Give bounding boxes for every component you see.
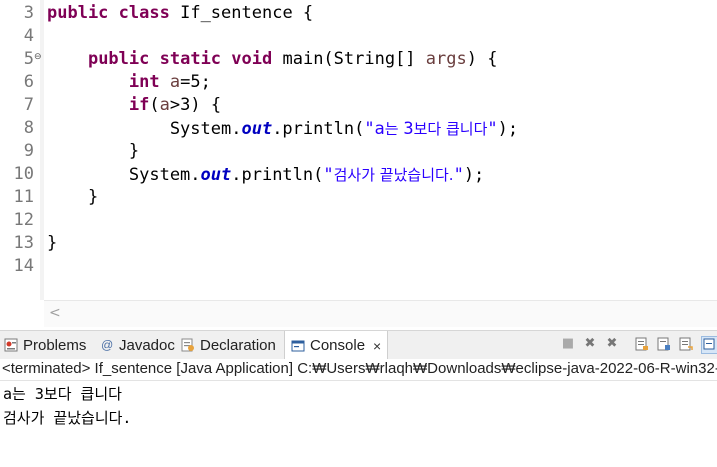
line-number: 13: [13, 233, 34, 253]
line-number: 12: [13, 210, 34, 230]
code-line: System.out.println("a는 3보다 큽니다");: [47, 118, 518, 139]
code-token: ": [453, 165, 464, 185]
code-token: >3) {: [169, 95, 222, 115]
code-token: a: [169, 72, 181, 92]
code-token: out: [200, 165, 232, 185]
code-token: public: [87, 49, 150, 69]
code-line: }: [47, 187, 98, 207]
code-token: }: [47, 141, 140, 161]
line-number: 6: [23, 72, 34, 92]
word-wrap-icon[interactable]: [678, 336, 694, 352]
code-token: a: [159, 95, 170, 115]
scroll-left-icon[interactable]: <: [49, 305, 61, 321]
line-number: 14: [13, 256, 34, 276]
code-token: );: [497, 119, 519, 139]
line-number: 5: [23, 49, 34, 69]
code-token: .println(: [272, 119, 365, 139]
tab-problems[interactable]: Problems: [4, 331, 86, 359]
code-token: (: [149, 95, 160, 115]
console-view[interactable]: <terminated> If_sentence [Java Applicati…: [0, 359, 717, 467]
line-number: 9: [23, 141, 34, 161]
horizontal-scrollbar[interactable]: <: [44, 300, 717, 327]
remove-all-terminated-icon[interactable]: ✖: [604, 336, 620, 352]
line-number: 3: [23, 3, 34, 23]
tab-console-label: Console: [310, 337, 366, 354]
tab-declaration-label: Declaration: [200, 336, 276, 354]
code-line: public static void main(String[] args) {: [47, 49, 498, 69]
line-number: 10: [13, 164, 34, 184]
editor-ruler: [40, 0, 44, 300]
problems-icon: [4, 338, 18, 352]
code-token: );: [463, 165, 485, 185]
line-number: 4: [23, 26, 34, 46]
code-token: "a: [364, 119, 385, 139]
code-token: System.: [47, 119, 242, 139]
terminate-icon[interactable]: ■: [560, 336, 576, 352]
code-token: 검사가 끝났습니다.: [333, 166, 454, 184]
code-line: public class If_sentence {: [47, 3, 313, 23]
bottom-panel-tab-bar: Problems @ Javadoc Declaration Console ×…: [0, 330, 717, 360]
code-token: 보다 큽니다: [413, 120, 488, 138]
code-token: System.: [47, 165, 201, 185]
console-status-label: <terminated> If_sentence [Java Applicati…: [2, 360, 717, 377]
code-token: args: [425, 49, 467, 69]
code-token: public: [47, 3, 109, 23]
code-token: out: [241, 119, 273, 139]
close-icon[interactable]: ×: [373, 338, 381, 354]
code-token: class: [118, 3, 170, 23]
console-output-line: 검사가 끝났습니다.: [3, 409, 132, 427]
code-token: if: [128, 95, 150, 115]
code-token: int: [128, 72, 160, 92]
code-editor[interactable]: 3 4 5 6 7 8 9 10 11 12 13 14 ⊖ public class If_sent…: [0, 0, 717, 328]
code-token: ) {: [466, 49, 498, 69]
remove-launch-icon[interactable]: ✖: [582, 336, 598, 352]
code-line: }: [47, 233, 57, 253]
code-line: System.out.println("검사가 끝났습니다.");: [47, 164, 484, 185]
clear-console-icon[interactable]: [634, 336, 650, 352]
console-output-line: a는 3보다 큽니다: [3, 385, 122, 403]
code-line: if(a>3) {: [47, 95, 221, 115]
line-number-gutter: 3 4 5 6 7 8 9 10 11 12 13 14: [0, 0, 40, 300]
code-token: void: [231, 49, 273, 69]
line-number: 8: [23, 118, 34, 138]
code-token: .println(: [231, 165, 324, 185]
tab-problems-label: Problems: [23, 336, 87, 354]
code-token: If_sentence {: [169, 3, 314, 23]
scroll-lock-icon[interactable]: [656, 336, 672, 352]
code-token: }: [47, 187, 99, 207]
pin-console-icon[interactable]: [701, 336, 717, 354]
code-token: 는: [384, 120, 404, 138]
code-token: 3: [403, 119, 414, 139]
line-number: 7: [23, 95, 34, 115]
line-number: 11: [13, 187, 34, 207]
code-token: }: [47, 233, 58, 253]
tab-javadoc[interactable]: @ Javadoc: [100, 331, 175, 359]
at-icon: @: [100, 338, 114, 352]
tab-console[interactable]: Console ×: [284, 331, 389, 360]
tab-javadoc-label: Javadoc: [119, 336, 175, 354]
tab-declaration[interactable]: Declaration: [181, 331, 276, 359]
code-line: }: [47, 141, 139, 161]
code-token: =5;: [180, 72, 211, 92]
declaration-icon: [181, 338, 195, 352]
console-icon: [291, 339, 305, 353]
divider: [0, 380, 717, 381]
code-token: ": [487, 119, 498, 139]
code-token: ": [323, 165, 334, 185]
code-token: main(String[]: [272, 49, 426, 69]
fold-collapse-icon[interactable]: ⊖: [34, 52, 42, 62]
code-token: static: [159, 49, 222, 69]
code-line: int a=5;: [47, 72, 211, 92]
